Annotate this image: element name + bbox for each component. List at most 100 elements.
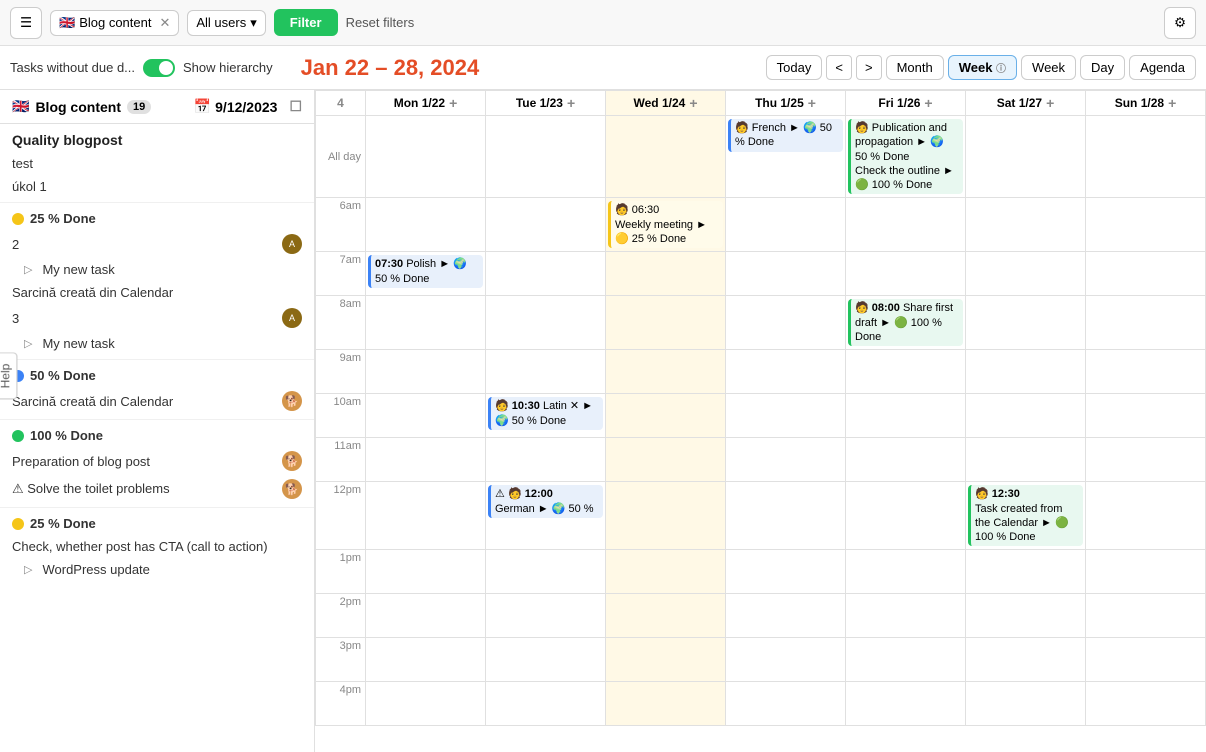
cell-fri-12[interactable] xyxy=(846,482,966,550)
agenda-view-button[interactable]: Agenda xyxy=(1129,55,1196,80)
col-tue[interactable]: Tue 1/23+ xyxy=(486,91,606,116)
cell-sun-10[interactable] xyxy=(1086,394,1206,438)
filter-tag-blog[interactable]: 🇬🇧 Blog content ✕ xyxy=(50,10,179,36)
event-latin[interactable]: 🧑 10:30 Latin ✕ ► 🌍 50 % Done xyxy=(488,397,603,430)
cell-wed-3[interactable] xyxy=(606,638,726,682)
col-wed[interactable]: Wed 1/24+ xyxy=(606,91,726,116)
cell-fri-4[interactable] xyxy=(846,682,966,726)
cell-sat-7[interactable] xyxy=(966,252,1086,296)
cell-sat-2[interactable] xyxy=(966,594,1086,638)
cell-wed-9[interactable] xyxy=(606,350,726,394)
add-event-mon[interactable]: + xyxy=(449,95,457,111)
cell-sat-12[interactable]: 🧑 12:30 Task created from the Calendar ►… xyxy=(966,482,1086,550)
week-view-button[interactable]: Week ⓘ xyxy=(948,55,1017,80)
cell-thu-9[interactable] xyxy=(726,350,846,394)
cell-mon-7[interactable]: 07:30 Polish ► 🌍 50 % Done xyxy=(366,252,486,296)
cell-tue-8[interactable] xyxy=(486,296,606,350)
cell-fri-6[interactable] xyxy=(846,198,966,252)
cell-wed-10[interactable] xyxy=(606,394,726,438)
cell-thu-10[interactable] xyxy=(726,394,846,438)
cell-wed-12[interactable] xyxy=(606,482,726,550)
cell-mon-11[interactable] xyxy=(366,438,486,482)
reset-filters-link[interactable]: Reset filters xyxy=(346,15,415,30)
list-item[interactable]: ▷ My new task xyxy=(0,332,314,355)
settings-button[interactable]: ⚙ xyxy=(1164,7,1196,39)
cell-thu-8[interactable] xyxy=(726,296,846,350)
allday-sun[interactable] xyxy=(1086,116,1206,198)
cell-mon-8[interactable] xyxy=(366,296,486,350)
cell-thu-6[interactable] xyxy=(726,198,846,252)
cell-sat-9[interactable] xyxy=(966,350,1086,394)
cell-mon-10[interactable] xyxy=(366,394,486,438)
cell-tue-9[interactable] xyxy=(486,350,606,394)
add-event-fri[interactable]: + xyxy=(924,95,932,111)
cell-wed-2[interactable] xyxy=(606,594,726,638)
allday-fri[interactable]: 🧑 Publication and propagation ► 🌍 50 % D… xyxy=(846,116,966,198)
event-german[interactable]: ⚠ 🧑 12:00 German ► 🌍 50 % xyxy=(488,485,603,518)
cell-tue-7[interactable] xyxy=(486,252,606,296)
cell-mon-9[interactable] xyxy=(366,350,486,394)
cell-mon-6[interactable] xyxy=(366,198,486,252)
week2-view-button[interactable]: Week xyxy=(1021,55,1076,80)
user-filter-dropdown[interactable]: All users ▾ xyxy=(187,10,265,36)
prev-button[interactable]: < xyxy=(826,55,852,80)
cell-wed-8[interactable] xyxy=(606,296,726,350)
add-event-sun[interactable]: + xyxy=(1168,95,1176,111)
cell-sun-3[interactable] xyxy=(1086,638,1206,682)
hamburger-button[interactable]: ☰ xyxy=(10,7,42,39)
cell-tue-6[interactable] xyxy=(486,198,606,252)
day-view-button[interactable]: Day xyxy=(1080,55,1125,80)
allday-tue[interactable] xyxy=(486,116,606,198)
cell-wed-11[interactable] xyxy=(606,438,726,482)
cell-sun-11[interactable] xyxy=(1086,438,1206,482)
cell-sat-6[interactable] xyxy=(966,198,1086,252)
cell-thu-12[interactable] xyxy=(726,482,846,550)
cell-tue-3[interactable] xyxy=(486,638,606,682)
event-weekly[interactable]: 🧑 06:30 Weekly meeting ► 🟡 25 % Done xyxy=(608,201,723,248)
cell-tue-4[interactable] xyxy=(486,682,606,726)
col-fri[interactable]: Fri 1/26+ xyxy=(846,91,966,116)
cell-tue-12[interactable]: ⚠ 🧑 12:00 German ► 🌍 50 % xyxy=(486,482,606,550)
cell-sun-6[interactable] xyxy=(1086,198,1206,252)
cell-wed-6[interactable]: 🧑 06:30 Weekly meeting ► 🟡 25 % Done xyxy=(606,198,726,252)
col-sat[interactable]: Sat 1/27+ xyxy=(966,91,1086,116)
cell-sat-10[interactable] xyxy=(966,394,1086,438)
col-sun[interactable]: Sun 1/28+ xyxy=(1086,91,1206,116)
cell-thu-1[interactable] xyxy=(726,550,846,594)
cell-fri-3[interactable] xyxy=(846,638,966,682)
cell-fri-1[interactable] xyxy=(846,550,966,594)
sidebar-close-icon[interactable]: ☐ xyxy=(289,98,302,115)
event-polish[interactable]: 07:30 Polish ► 🌍 50 % Done xyxy=(368,255,483,288)
cell-wed-1[interactable] xyxy=(606,550,726,594)
cell-thu-2[interactable] xyxy=(726,594,846,638)
cell-sun-8[interactable] xyxy=(1086,296,1206,350)
cell-fri-8[interactable]: 🧑 08:00 Share first draft ► 🟢 100 % Done xyxy=(846,296,966,350)
add-event-sat[interactable]: + xyxy=(1046,95,1054,111)
col-mon[interactable]: Mon 1/22+ xyxy=(366,91,486,116)
cell-sun-9[interactable] xyxy=(1086,350,1206,394)
cell-sun-12[interactable] xyxy=(1086,482,1206,550)
filter-tag-close-icon[interactable]: ✕ xyxy=(159,15,170,31)
cell-thu-4[interactable] xyxy=(726,682,846,726)
cell-sun-4[interactable] xyxy=(1086,682,1206,726)
month-view-button[interactable]: Month xyxy=(886,55,944,80)
event-publication[interactable]: 🧑 Publication and propagation ► 🌍 50 % D… xyxy=(848,119,963,194)
cell-sat-3[interactable] xyxy=(966,638,1086,682)
allday-sat[interactable] xyxy=(966,116,1086,198)
cell-fri-11[interactable] xyxy=(846,438,966,482)
cell-mon-2[interactable] xyxy=(366,594,486,638)
cell-fri-2[interactable] xyxy=(846,594,966,638)
cell-tue-1[interactable] xyxy=(486,550,606,594)
cell-tue-10[interactable]: 🧑 10:30 Latin ✕ ► 🌍 50 % Done xyxy=(486,394,606,438)
cell-wed-4[interactable] xyxy=(606,682,726,726)
cell-mon-12[interactable] xyxy=(366,482,486,550)
list-item[interactable]: ▷ WordPress update xyxy=(0,558,314,581)
today-button[interactable]: Today xyxy=(766,55,823,80)
cell-thu-7[interactable] xyxy=(726,252,846,296)
allday-mon[interactable] xyxy=(366,116,486,198)
cell-sun-2[interactable] xyxy=(1086,594,1206,638)
cell-thu-11[interactable] xyxy=(726,438,846,482)
col-thu[interactable]: Thu 1/25+ xyxy=(726,91,846,116)
cell-tue-2[interactable] xyxy=(486,594,606,638)
hierarchy-toggle[interactable] xyxy=(143,59,175,77)
